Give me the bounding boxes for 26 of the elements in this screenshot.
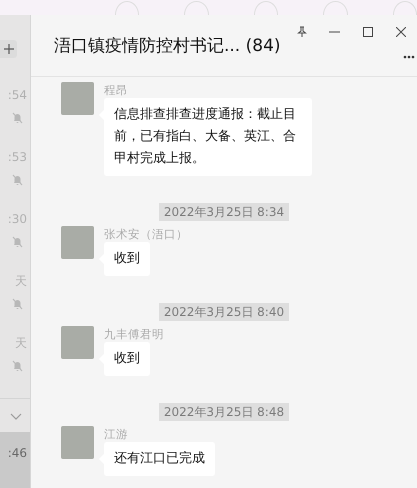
avatar-photo-placeholder[interactable] — [61, 226, 94, 259]
timestamp: 2022年3月25日 8:34 — [158, 203, 290, 221]
sender-name: 张术安（浯口） — [104, 227, 188, 241]
message-bubble: 收到 — [104, 242, 150, 276]
chat-time: :46 — [8, 446, 27, 460]
chevron-down-icon[interactable] — [10, 413, 22, 420]
selected-chat-item[interactable]: :46 — [0, 432, 30, 488]
message-bubble: 信息排查排查进度通报：截止目前，已有指白、大备、英江、合甲村完成上报。 — [104, 98, 312, 176]
muted-bell-icon — [12, 236, 23, 248]
timestamp: 2022年3月25日 8:48 — [158, 403, 290, 421]
chat-title: 浯口镇疫情防控村书记... (84) — [54, 35, 281, 57]
sender-name: 江游 — [104, 427, 128, 441]
avatar-photo-placeholder[interactable] — [61, 426, 94, 459]
muted-bell-icon — [12, 298, 23, 310]
sender-name: 九丰傅君明 — [104, 327, 164, 341]
sender-name: 程昂 — [104, 83, 128, 97]
avatar-photo-placeholder[interactable] — [61, 82, 94, 115]
muted-bell-icon — [12, 360, 23, 372]
message-bubble: 还有江口已完成 — [104, 442, 215, 476]
muted-bell-icon — [12, 112, 23, 124]
plus-icon — [2, 43, 14, 55]
message-bubble: 收到 — [104, 342, 150, 376]
muted-bell-icon — [12, 174, 23, 186]
timestamp: 2022年3月25日 8:40 — [158, 303, 290, 321]
add-button[interactable] — [0, 40, 17, 58]
avatar-photo-placeholder[interactable] — [61, 326, 94, 359]
